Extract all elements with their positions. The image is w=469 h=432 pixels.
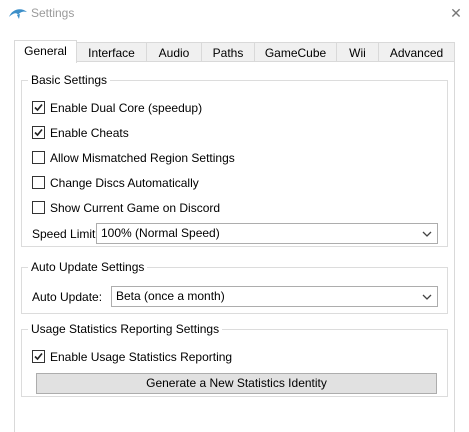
chevron-down-icon — [422, 294, 432, 300]
chevron-down-icon — [422, 231, 432, 237]
tab-advanced[interactable]: Advanced — [378, 42, 455, 62]
usage-stats-checkbox[interactable] — [32, 350, 45, 363]
dolphin-icon — [9, 9, 27, 19]
tab-bar: General Interface Audio Paths GameCube W… — [14, 40, 455, 63]
window-title: Settings — [31, 6, 75, 20]
mismatched-region-label: Allow Mismatched Region Settings — [50, 151, 235, 165]
auto-update-value: Beta (once a month) — [116, 289, 225, 303]
close-button[interactable]: ✕ — [446, 3, 466, 23]
tab-label: GameCube — [264, 46, 327, 60]
discord-checkbox[interactable] — [32, 201, 45, 214]
usage-statistics-group: Usage Statistics Reporting Settings Enab… — [21, 322, 448, 397]
title-bar: Settings ✕ — [0, 0, 469, 28]
tab-gamecube[interactable]: GameCube — [254, 42, 337, 62]
tab-label: General — [24, 44, 67, 58]
tab-wii[interactable]: Wii — [336, 42, 379, 62]
auto-update-group: Auto Update Settings Auto Update: Beta (… — [21, 260, 448, 314]
auto-update-label: Auto Update: — [32, 290, 103, 304]
mismatched-region-checkbox[interactable] — [32, 151, 45, 164]
checkmark-icon — [34, 128, 43, 137]
tab-interface[interactable]: Interface — [76, 42, 147, 62]
window-edge — [0, 28, 12, 432]
cheats-checkbox[interactable] — [32, 126, 45, 139]
change-discs-label: Change Discs Automatically — [50, 176, 199, 190]
group-title: Usage Statistics Reporting Settings — [28, 322, 223, 336]
tab-general[interactable]: General — [14, 40, 77, 63]
speed-limit-dropdown[interactable]: 100% (Normal Speed) — [96, 223, 438, 244]
tab-audio[interactable]: Audio — [146, 42, 202, 62]
tab-paths[interactable]: Paths — [201, 42, 255, 62]
checkmark-icon — [34, 103, 43, 112]
tab-label: Interface — [88, 46, 135, 60]
dual-core-checkbox[interactable] — [32, 101, 45, 114]
tab-label: Wii — [349, 46, 366, 60]
speed-limit-label: Speed Limit: — [32, 227, 99, 241]
change-discs-checkbox[interactable] — [32, 176, 45, 189]
group-title: Basic Settings — [28, 73, 111, 87]
group-title: Auto Update Settings — [28, 260, 148, 274]
speed-limit-value: 100% (Normal Speed) — [101, 226, 220, 240]
generate-identity-button[interactable]: Generate a New Statistics Identity — [36, 373, 437, 394]
auto-update-dropdown[interactable]: Beta (once a month) — [111, 286, 438, 307]
general-tab-panel: Basic Settings Enable Dual Core (speedup… — [14, 61, 455, 432]
tab-label: Advanced — [389, 46, 444, 60]
checkmark-icon — [34, 352, 43, 361]
usage-stats-label: Enable Usage Statistics Reporting — [50, 350, 233, 364]
cheats-label: Enable Cheats — [50, 126, 129, 140]
dual-core-label: Enable Dual Core (speedup) — [50, 101, 203, 115]
discord-label: Show Current Game on Discord — [50, 201, 221, 215]
basic-settings-group: Basic Settings Enable Dual Core (speedup… — [21, 73, 448, 247]
tab-label: Audio — [158, 46, 190, 60]
tab-label: Paths — [212, 46, 244, 60]
